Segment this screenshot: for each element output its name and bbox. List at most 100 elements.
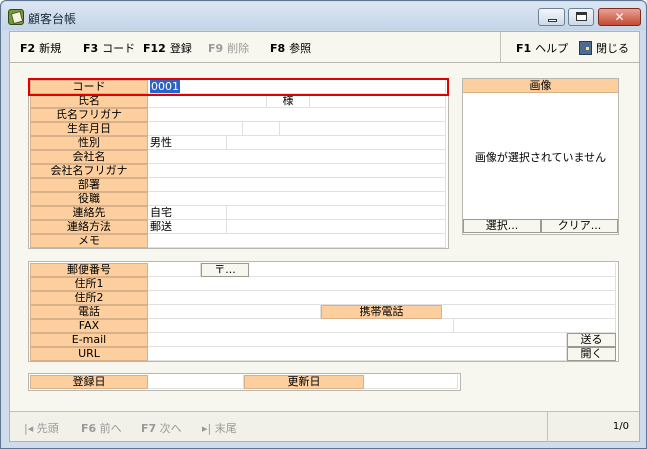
- postal-lookup-button[interactable]: 〒...: [201, 263, 249, 277]
- department-input[interactable]: [148, 178, 446, 192]
- address2-label: 住所2: [30, 291, 148, 305]
- register-button[interactable]: F12 登録: [143, 40, 192, 56]
- first-record-button[interactable]: |◂ 先頭: [24, 420, 59, 436]
- name-input[interactable]: [148, 94, 267, 108]
- position-label: 役職: [30, 192, 148, 206]
- name-extra-field[interactable]: [310, 94, 446, 108]
- minimize-icon: [548, 19, 557, 22]
- exit-door-icon: [579, 41, 592, 55]
- maximize-button[interactable]: [568, 8, 594, 26]
- next-record-button[interactable]: F7 次へ: [141, 420, 182, 436]
- close-icon: ✕: [614, 10, 625, 24]
- maximize-icon: [576, 12, 587, 21]
- gender-select[interactable]: 男性: [148, 136, 227, 150]
- window-close-button[interactable]: ✕: [598, 8, 641, 26]
- updated-date-label: 更新日: [244, 375, 364, 389]
- client-area: F2 新規 F3 コード F12 登録 F9 削除 F8 参照 F1 ヘルプ 閉じる コード…: [9, 31, 640, 442]
- contact-label: 連絡先: [30, 206, 148, 220]
- company-input[interactable]: [148, 150, 446, 164]
- company-kana-label: 会社名フリガナ: [30, 164, 148, 178]
- contact-select[interactable]: 自宅: [148, 206, 227, 220]
- name-label: 氏名: [30, 94, 148, 108]
- help-button[interactable]: F1 ヘルプ: [516, 40, 568, 56]
- address1-label: 住所1: [30, 277, 148, 291]
- url-label: URL: [30, 347, 148, 361]
- honorific-text: 様: [267, 94, 310, 108]
- url-input[interactable]: [148, 347, 567, 361]
- function-key-label: F3: [83, 42, 99, 55]
- phone-input[interactable]: [148, 305, 321, 319]
- prev-record-button[interactable]: F6 前へ: [81, 420, 122, 436]
- function-key-label: F7: [141, 422, 157, 435]
- updated-date-value: [364, 375, 458, 389]
- button-label: 先頭: [36, 422, 59, 435]
- last-icon: ▸|: [202, 422, 215, 435]
- contact-extra-field: [227, 206, 446, 220]
- birthdate-label: 生年月日: [30, 122, 148, 136]
- button-label: 登録: [169, 42, 192, 55]
- button-label: 新規: [39, 42, 62, 55]
- ledger-app-icon: [8, 9, 24, 25]
- function-key-label: F1: [516, 42, 532, 55]
- fax-label: FAX: [30, 319, 148, 333]
- name-kana-label: 氏名フリガナ: [30, 108, 148, 122]
- gender-extra-field: [227, 136, 446, 150]
- mobile-input[interactable]: [442, 305, 616, 319]
- position-input[interactable]: [148, 192, 446, 206]
- phone-label: 電話: [30, 305, 148, 319]
- department-label: 部署: [30, 178, 148, 192]
- image-empty-text: 画像が選択されていません: [474, 151, 607, 164]
- contact-method-label: 連絡方法: [30, 220, 148, 234]
- image-clear-button[interactable]: クリア...: [541, 219, 618, 233]
- fax-extra-field: [454, 319, 616, 333]
- address1-input[interactable]: [148, 277, 616, 291]
- toolbar-divider: [500, 32, 501, 62]
- close-form-button[interactable]: 閉じる: [579, 40, 629, 56]
- email-input[interactable]: [148, 333, 567, 347]
- status-divider: [547, 412, 548, 442]
- address2-input[interactable]: [148, 291, 616, 305]
- contact-method-select[interactable]: 郵送: [148, 220, 227, 234]
- button-label: 前へ: [99, 422, 122, 435]
- function-key-label: F8: [270, 42, 286, 55]
- new-button[interactable]: F2 新規: [20, 40, 61, 56]
- memo-label: メモ: [30, 234, 148, 248]
- name-kana-input[interactable]: [148, 108, 446, 122]
- window-title: 顧客台帳: [28, 12, 77, 26]
- last-record-button[interactable]: ▸| 末尾: [202, 420, 237, 436]
- birthdate-extra-field: [280, 122, 446, 136]
- birthdate-input[interactable]: [148, 122, 243, 136]
- postal-label: 郵便番号: [30, 263, 148, 277]
- button-label: 閉じる: [596, 42, 629, 55]
- button-label: コード: [102, 42, 136, 55]
- image-select-button[interactable]: 選択...: [463, 219, 541, 233]
- registered-date-label: 登録日: [30, 375, 148, 389]
- code-value: 0001: [150, 80, 180, 93]
- record-position: 1/0: [612, 421, 629, 432]
- first-icon: |◂: [24, 422, 37, 435]
- memo-input[interactable]: [148, 234, 446, 248]
- code-button[interactable]: F3 コード: [83, 40, 135, 56]
- code-label: コード: [30, 80, 148, 94]
- fax-input[interactable]: [148, 319, 454, 333]
- title-bar[interactable]: 顧客台帳 ✕: [2, 2, 645, 30]
- image-header: 画像: [463, 79, 618, 93]
- company-label: 会社名: [30, 150, 148, 164]
- delete-button[interactable]: F9 削除: [208, 40, 249, 56]
- button-label: 末尾: [214, 422, 237, 435]
- company-kana-input[interactable]: [148, 164, 446, 178]
- button-label: 削除: [227, 42, 250, 55]
- reference-button[interactable]: F8 参照: [270, 40, 311, 56]
- send-email-button[interactable]: 送る: [567, 333, 616, 347]
- email-label: E-mail: [30, 333, 148, 347]
- code-input[interactable]: 0001: [148, 80, 446, 94]
- gender-label: 性別: [30, 136, 148, 150]
- postal-input[interactable]: [148, 263, 201, 277]
- open-url-button[interactable]: 開く: [567, 347, 616, 361]
- age-field: [243, 122, 280, 136]
- record-navigation-bar: |◂ 先頭 F6 前へ F7 次へ ▸| 末尾 1/0: [10, 411, 639, 442]
- registered-date-value: [148, 375, 244, 389]
- function-key-label: F2: [20, 42, 36, 55]
- contact-method-extra-field: [227, 220, 446, 234]
- minimize-button[interactable]: [538, 8, 565, 26]
